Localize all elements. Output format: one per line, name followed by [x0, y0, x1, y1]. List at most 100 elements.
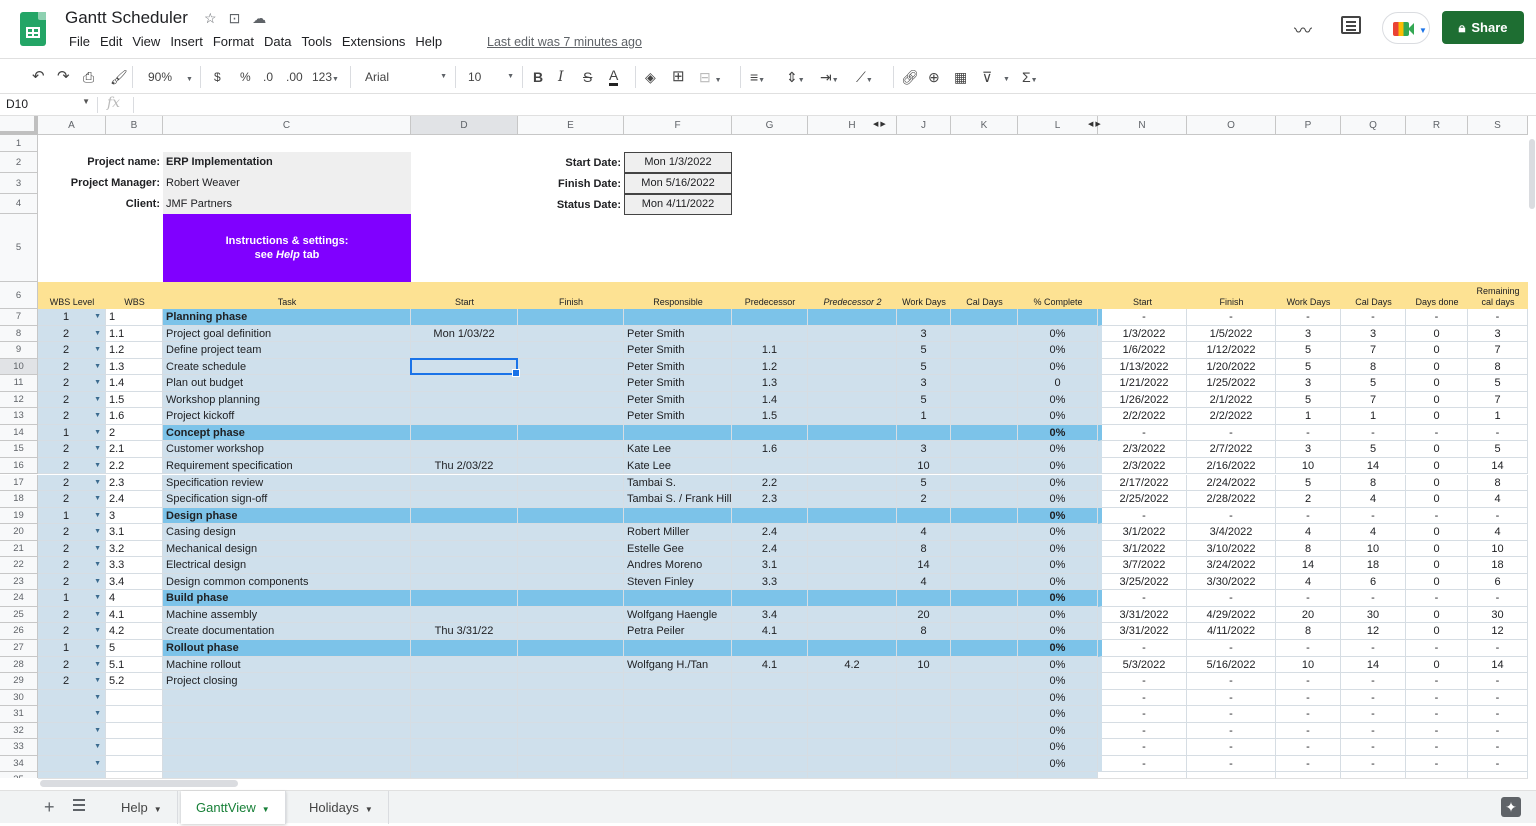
work-days-cell[interactable]: 2	[897, 491, 951, 508]
start-cell[interactable]	[411, 557, 518, 574]
calc-work-days-cell[interactable]: 14	[1276, 557, 1341, 574]
calc-finish-cell[interactable]: -	[1187, 673, 1276, 690]
menu-data[interactable]: Data	[259, 34, 296, 49]
calc-finish-cell[interactable]: 2/2/2022	[1187, 408, 1276, 425]
all-sheets-icon[interactable]	[73, 799, 85, 811]
predecessor2-cell[interactable]	[808, 689, 897, 707]
calc-work-days-cell[interactable]: 10	[1276, 457, 1341, 475]
calc-work-days-cell[interactable]: 10	[1276, 656, 1341, 674]
column-header-c[interactable]: C	[163, 116, 411, 135]
calc-finish-cell[interactable]: 3/30/2022	[1187, 573, 1276, 591]
percent-complete-cell[interactable]: 0	[1018, 375, 1098, 392]
responsible-cell[interactable]: Peter Smith	[624, 358, 732, 376]
row-header-17[interactable]: 17	[0, 474, 38, 492]
calc-start-cell[interactable]: -	[1098, 722, 1187, 740]
responsible-cell[interactable]: Tambai S.	[624, 474, 732, 492]
wbs-level-dropdown-icon[interactable]: ▼	[94, 557, 101, 573]
wbs-cell[interactable]: 2	[106, 424, 163, 442]
start-cell[interactable]	[411, 573, 518, 591]
predecessor2-cell[interactable]	[808, 507, 897, 525]
days-done-cell[interactable]: 0	[1406, 557, 1468, 574]
responsible-cell[interactable]	[624, 706, 732, 723]
predecessor2-cell[interactable]	[808, 540, 897, 558]
select-all-corner[interactable]	[0, 116, 38, 135]
strikethrough-icon[interactable]: S	[583, 68, 592, 86]
wbs-level-cell[interactable]: 2 ▼	[38, 457, 106, 475]
calc-finish-cell[interactable]: -	[1187, 640, 1276, 657]
predecessor-cell[interactable]	[732, 309, 808, 326]
calc-cal-days-cell[interactable]: -	[1341, 755, 1406, 773]
finish-cell[interactable]	[518, 590, 624, 607]
start-cell[interactable]	[411, 706, 518, 723]
percent-complete-cell[interactable]: 0%	[1018, 706, 1098, 723]
column-header-r[interactable]: R	[1406, 116, 1468, 135]
percent-complete-cell[interactable]: 0%	[1018, 342, 1098, 359]
wbs-cell[interactable]	[106, 706, 163, 723]
row-header-1[interactable]: 1	[0, 135, 38, 152]
task-cell[interactable]: Project goal definition	[163, 325, 411, 343]
finish-cell[interactable]	[518, 557, 624, 574]
wbs-level-dropdown-icon[interactable]: ▼	[94, 541, 101, 557]
predecessor-cell[interactable]: 1.3	[732, 375, 808, 392]
task-cell[interactable]: Project closing	[163, 673, 411, 690]
responsible-cell[interactable]	[624, 755, 732, 773]
remaining-days-cell[interactable]: -	[1468, 507, 1528, 525]
column-header-p[interactable]: P	[1276, 116, 1341, 135]
menu-extensions[interactable]: Extensions	[337, 34, 411, 49]
calc-start-cell[interactable]: 2/3/2022	[1098, 457, 1187, 475]
predecessor2-cell[interactable]	[808, 309, 897, 326]
wbs-level-cell[interactable]: 1 ▼	[38, 507, 106, 525]
cal-days-cell[interactable]	[951, 739, 1018, 756]
calc-finish-cell[interactable]: -	[1187, 689, 1276, 707]
column-header-e[interactable]: E	[518, 116, 624, 135]
spreadsheet-grid[interactable]: A B C D E F G H J K L N O P Q R S ◀ ▶ ◀ ▶ 1 2 3 4 5 6 7 8 9 10 11 12 13…	[0, 116, 1528, 778]
predecessor2-cell[interactable]	[808, 590, 897, 607]
responsible-cell[interactable]	[624, 689, 732, 707]
wbs-level-dropdown-icon[interactable]: ▼	[94, 392, 101, 408]
wbs-level-dropdown-icon[interactable]: ▼	[94, 607, 101, 623]
task-cell[interactable]: Planning phase	[163, 309, 411, 326]
days-done-cell[interactable]: -	[1406, 640, 1468, 657]
work-days-cell[interactable]: 5	[897, 342, 951, 359]
task-cell[interactable]: Plan out budget	[163, 375, 411, 392]
calc-cal-days-cell[interactable]: 18	[1341, 557, 1406, 574]
text-color-icon[interactable]: A	[609, 68, 619, 86]
calc-cal-days-cell[interactable]: 3	[1341, 325, 1406, 343]
zoom-select[interactable]: 90% ▼	[148, 68, 193, 86]
calc-start-cell[interactable]: -	[1098, 673, 1187, 690]
calc-cal-days-cell[interactable]: -	[1341, 507, 1406, 525]
row-header-5[interactable]: 5	[0, 214, 38, 282]
cal-days-cell[interactable]	[951, 590, 1018, 607]
finish-cell[interactable]	[518, 755, 624, 773]
responsible-cell[interactable]: Steven Finley	[624, 573, 732, 591]
predecessor-cell[interactable]: 1.1	[732, 342, 808, 359]
name-box[interactable]: D10 ▼	[6, 97, 90, 111]
wbs-level-dropdown-icon[interactable]: ▼	[94, 425, 101, 441]
days-done-cell[interactable]: 0	[1406, 375, 1468, 392]
wbs-level-dropdown-icon[interactable]: ▼	[94, 342, 101, 358]
calc-cal-days-cell[interactable]: 4	[1341, 524, 1406, 541]
functions-icon[interactable]: Σ▼	[1022, 68, 1038, 86]
calc-cal-days-cell[interactable]: 6	[1341, 573, 1406, 591]
task-cell[interactable]: Rollout phase	[163, 640, 411, 657]
explore-icon[interactable]: ✦	[1501, 797, 1521, 817]
work-days-cell[interactable]	[897, 689, 951, 707]
cal-days-cell[interactable]	[951, 375, 1018, 392]
work-days-cell[interactable]	[897, 739, 951, 756]
wbs-level-cell[interactable]: 2 ▼	[38, 474, 106, 492]
column-header-f[interactable]: F	[624, 116, 732, 135]
task-cell[interactable]: Customer workshop	[163, 441, 411, 458]
percent-complete-cell[interactable]: 0%	[1018, 491, 1098, 508]
wbs-cell[interactable]: 2.3	[106, 474, 163, 492]
days-done-cell[interactable]: 0	[1406, 391, 1468, 409]
remaining-days-cell[interactable]: -	[1468, 590, 1528, 607]
comments-icon[interactable]	[1341, 16, 1361, 34]
calc-work-days-cell[interactable]: 4	[1276, 573, 1341, 591]
wbs-level-cell[interactable]: ▼	[38, 706, 106, 723]
start-cell[interactable]	[411, 606, 518, 624]
start-cell[interactable]	[411, 640, 518, 657]
days-done-cell[interactable]: 0	[1406, 491, 1468, 508]
task-cell[interactable]	[163, 722, 411, 740]
calc-start-cell[interactable]: -	[1098, 507, 1187, 525]
row-header-11[interactable]: 11	[0, 375, 38, 392]
